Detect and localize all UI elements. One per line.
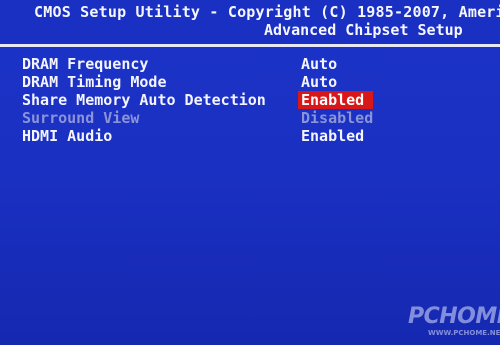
utility-title: CMOS Setup Utility - Copyright (C) 1985-… xyxy=(34,3,500,21)
watermark-site: WWW.PCHOME.NET xyxy=(428,329,500,337)
setting-surround-view: Surround View Disabled xyxy=(0,109,500,127)
setting-label: Share Memory Auto Detection xyxy=(22,91,266,109)
pchome-watermark-logo: PCHOME WWW.PCHOME.NET xyxy=(398,301,500,341)
setting-label: DRAM Frequency xyxy=(22,55,149,73)
setting-value[interactable]: Enabled xyxy=(298,127,367,145)
setting-value[interactable]: Auto xyxy=(298,73,340,91)
setting-value: Disabled xyxy=(301,109,374,127)
settings-list: DRAM Frequency Auto DRAM Timing Mode Aut… xyxy=(0,55,500,145)
setting-value-highlighted[interactable]: Enabled xyxy=(298,91,373,109)
setting-dram-timing-mode[interactable]: DRAM Timing Mode Auto xyxy=(0,73,500,91)
setting-label: DRAM Timing Mode xyxy=(22,73,167,91)
bios-screen: CMOS Setup Utility - Copyright (C) 1985-… xyxy=(0,0,500,345)
watermark-brand: PCHOME xyxy=(408,304,500,329)
setting-label: HDMI Audio xyxy=(22,127,113,145)
setting-share-memory-auto-detection[interactable]: Share Memory Auto Detection Enabled xyxy=(0,91,500,109)
setting-dram-frequency[interactable]: DRAM Frequency Auto xyxy=(0,55,500,73)
header-divider xyxy=(0,44,500,47)
title-bar: CMOS Setup Utility - Copyright (C) 1985-… xyxy=(0,0,500,44)
setting-value[interactable]: Auto xyxy=(298,55,340,73)
setting-hdmi-audio[interactable]: HDMI Audio Enabled xyxy=(0,127,500,145)
page-title: Advanced Chipset Setup xyxy=(264,21,463,39)
setting-label: Surround View xyxy=(22,109,140,127)
